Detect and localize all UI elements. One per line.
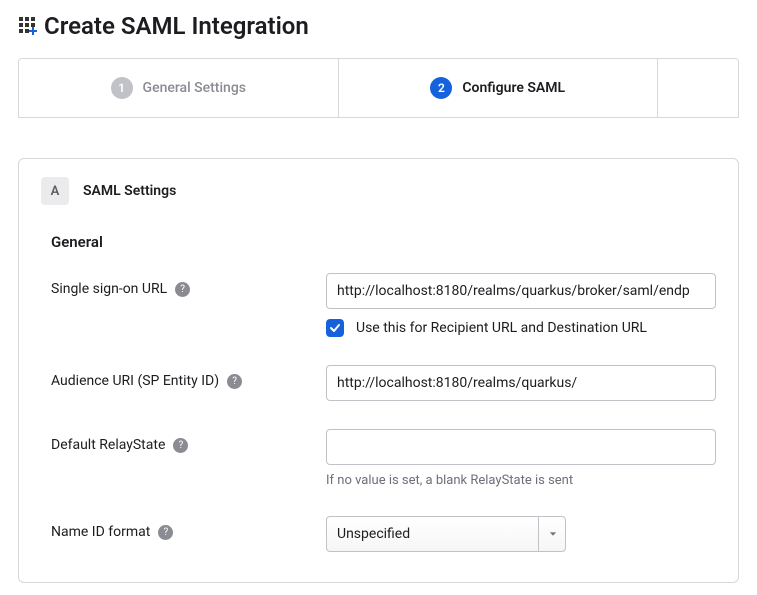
wizard-step-next[interactable] (658, 59, 738, 117)
step-number-1: 1 (111, 77, 133, 99)
audience-uri-label: Audience URI (SP Entity ID) (51, 373, 219, 389)
panel-letter-badge: A (41, 177, 69, 205)
wizard-step-general[interactable]: 1 General Settings (19, 59, 339, 117)
page-title: Create SAML Integration (44, 12, 309, 40)
name-id-format-value: Unspecified (337, 526, 410, 542)
panel-title: SAML Settings (83, 183, 176, 199)
relay-state-input[interactable] (326, 429, 716, 465)
help-icon[interactable]: ? (158, 525, 173, 540)
name-id-format-select[interactable]: Unspecified (326, 516, 566, 552)
help-icon[interactable]: ? (175, 282, 190, 297)
saml-settings-panel: A SAML Settings General Single sign-on U… (18, 158, 739, 583)
wizard-steps: 1 General Settings 2 Configure SAML (18, 58, 739, 118)
help-icon[interactable]: ? (173, 438, 188, 453)
audience-uri-input[interactable] (326, 365, 716, 401)
name-id-format-label: Name ID format (51, 524, 150, 540)
relay-state-label: Default RelayState (51, 437, 165, 453)
app-grid-icon[interactable] (18, 16, 38, 36)
section-heading-general: General (51, 233, 716, 251)
sso-url-label: Single sign-on URL (51, 281, 167, 297)
relay-state-hint: If no value is set, a blank RelayState i… (326, 473, 716, 488)
use-for-recipient-label: Use this for Recipient URL and Destinati… (356, 320, 647, 336)
wizard-step-configure-saml[interactable]: 2 Configure SAML (339, 59, 659, 117)
help-icon[interactable]: ? (227, 374, 242, 389)
step-number-2: 2 (430, 77, 452, 99)
use-for-recipient-checkbox[interactable] (326, 319, 344, 337)
step-label-1: General Settings (143, 80, 246, 96)
sso-url-input[interactable] (326, 273, 716, 309)
step-label-2: Configure SAML (462, 80, 565, 96)
